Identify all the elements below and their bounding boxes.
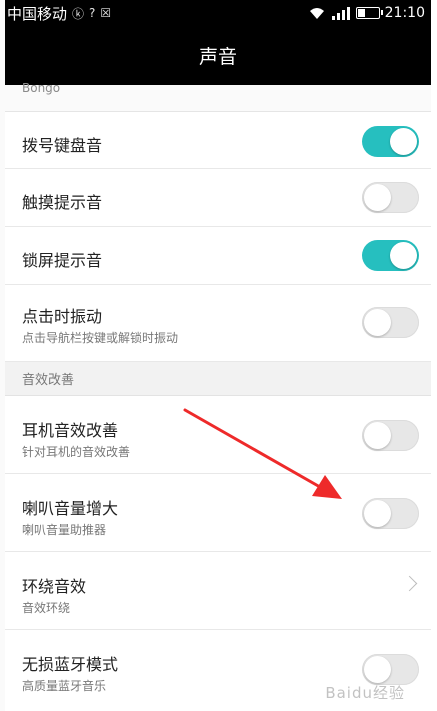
setting-surround-sound[interactable]: 环绕音效 音效环绕 — [5, 552, 431, 630]
wifi-icon — [309, 8, 324, 19]
partial-row-label: Bongo — [22, 81, 61, 95]
speaker-boost-toggle[interactable] — [362, 498, 419, 529]
setting-subtitle: 喇叭音量助推器 — [22, 523, 107, 537]
setting-vibrate-on-touch[interactable]: 点击时振动 点击导航栏按键或解锁时振动 — [5, 285, 431, 362]
headphone-enhance-toggle[interactable] — [362, 420, 419, 451]
status-question-icon: ? — [89, 6, 96, 20]
signal-icon — [331, 7, 350, 20]
section-title: 音效改善 — [22, 373, 75, 388]
setting-dial-pad-tone[interactable]: 拨号键盘音 — [5, 112, 431, 169]
setting-subtitle: 高质量蓝牙音乐 — [22, 679, 107, 693]
setting-title: 无损蓝牙模式 — [22, 655, 119, 674]
setting-touch-tone[interactable]: 触摸提示音 — [5, 169, 431, 227]
lossless-bluetooth-toggle[interactable] — [362, 654, 419, 685]
carrier-name: 中国移动 — [7, 4, 68, 23]
dial-pad-tone-toggle[interactable] — [362, 126, 419, 157]
battery-icon — [355, 7, 383, 19]
settings-list: Bongo 拨号键盘音 触摸提示音 锁屏提示音 点击时振动 点击导航栏按键或解锁… — [5, 81, 431, 711]
setting-title: 耳机音效改善 — [22, 421, 119, 440]
setting-title: 环绕音效 — [22, 577, 87, 596]
screenshot-right-border — [430, 0, 437, 711]
status-time: 21:10 — [384, 5, 425, 21]
lock-screen-tone-toggle[interactable] — [362, 240, 419, 271]
section-header-sound-enhance: 音效改善 — [5, 362, 431, 396]
setting-lock-screen-tone[interactable]: 锁屏提示音 — [5, 227, 431, 285]
chevron-right-icon — [401, 575, 418, 592]
setting-title: 喇叭音量增大 — [22, 499, 119, 518]
touch-tone-toggle[interactable] — [362, 182, 419, 213]
app-header: 中国移动 ⓚ ? ☒ 21:10 声音 — [5, 0, 431, 85]
partial-row-bongo[interactable]: Bongo — [5, 81, 431, 112]
status-bar: 中国移动 ⓚ ? ☒ 21:10 — [5, 0, 431, 26]
setting-subtitle: 点击导航栏按键或解锁时振动 — [22, 331, 179, 345]
setting-headphone-enhance[interactable]: 耳机音效改善 针对耳机的音效改善 — [5, 396, 431, 474]
setting-subtitle: 音效环绕 — [22, 601, 71, 615]
setting-title: 触摸提示音 — [22, 193, 103, 212]
setting-title: 拨号键盘音 — [22, 136, 103, 155]
setting-title: 锁屏提示音 — [22, 251, 103, 270]
setting-title: 点击时振动 — [22, 307, 103, 326]
status-k-icon: ⓚ — [72, 6, 85, 21]
vibrate-on-touch-toggle[interactable] — [362, 307, 419, 338]
page-title: 声音 — [198, 46, 237, 68]
setting-speaker-boost[interactable]: 喇叭音量增大 喇叭音量助推器 — [5, 474, 431, 552]
setting-subtitle: 针对耳机的音效改善 — [22, 445, 131, 459]
watermark-logo: Baidu经验 — [325, 684, 405, 702]
status-image-icon: ☒ — [100, 6, 112, 20]
